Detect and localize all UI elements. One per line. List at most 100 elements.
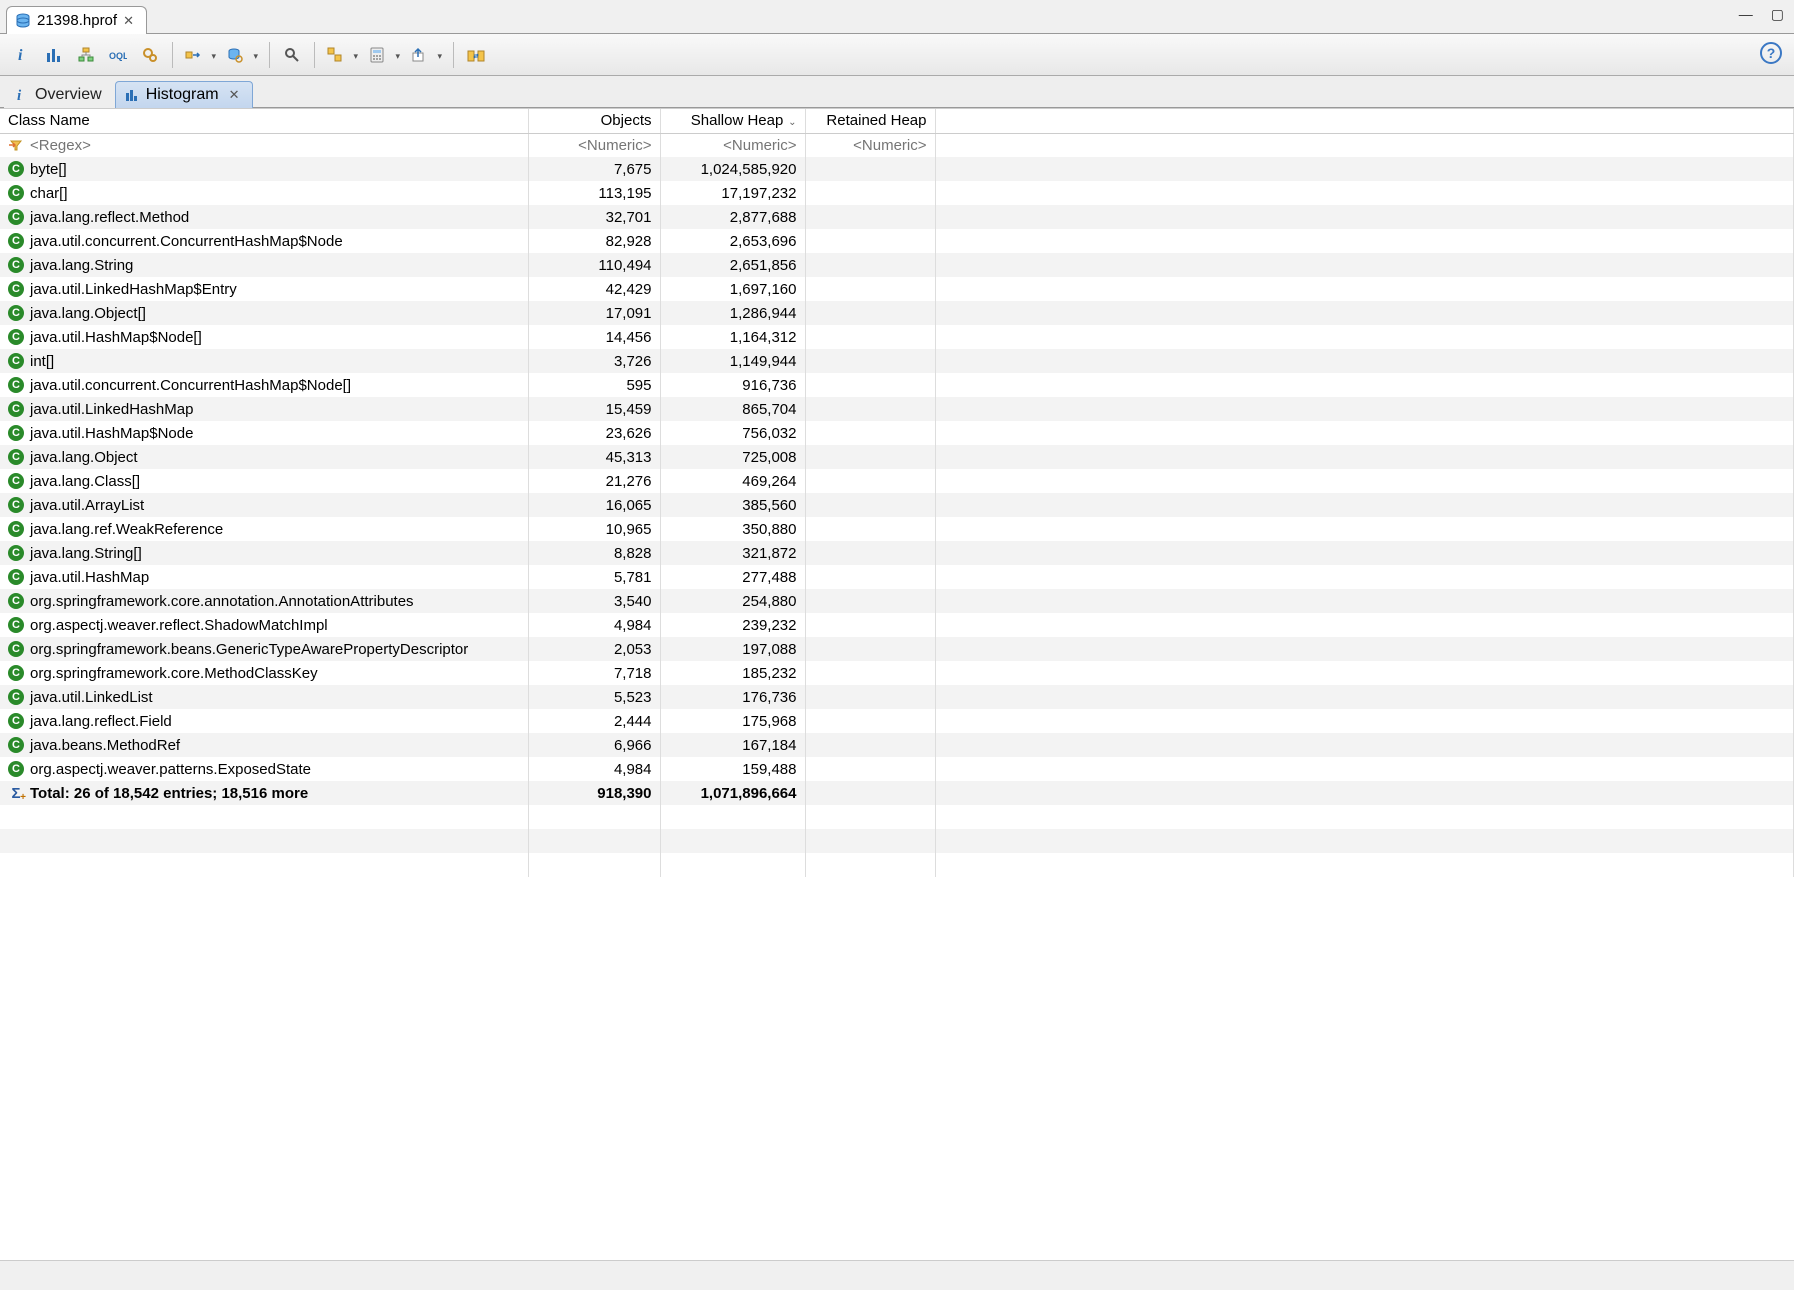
- cell-objects: 110,494: [528, 253, 660, 277]
- col-shallow-heap[interactable]: Shallow Heap ⌄: [660, 109, 805, 133]
- class-icon: C: [8, 353, 24, 369]
- table-row[interactable]: Cjava.lang.Object45,313725,008: [0, 445, 1794, 469]
- table-row[interactable]: Cjava.lang.reflect.Method32,7012,877,688: [0, 205, 1794, 229]
- table-row[interactable]: Cjava.util.concurrent.ConcurrentHashMap$…: [0, 229, 1794, 253]
- cell-objects: 82,928: [528, 229, 660, 253]
- cell-objects: 3,726: [528, 349, 660, 373]
- cell-retained: [805, 373, 935, 397]
- info-icon[interactable]: i: [8, 41, 36, 69]
- class-name: java.util.LinkedList: [30, 689, 153, 706]
- table-row[interactable]: Cjava.beans.MethodRef6,966167,184: [0, 733, 1794, 757]
- minimize-button[interactable]: —: [1739, 6, 1753, 23]
- cell-retained: [805, 349, 935, 373]
- col-class-name[interactable]: Class Name: [0, 109, 528, 133]
- table-row[interactable]: Cjava.util.concurrent.ConcurrentHashMap$…: [0, 373, 1794, 397]
- table-row[interactable]: Corg.aspectj.weaver.patterns.ExposedStat…: [0, 757, 1794, 781]
- gears-icon[interactable]: [136, 41, 164, 69]
- class-icon: C: [8, 185, 24, 201]
- cell-shallow: 239,232: [660, 613, 805, 637]
- cell-objects: 113,195: [528, 181, 660, 205]
- table-row[interactable]: Corg.springframework.core.annotation.Ann…: [0, 589, 1794, 613]
- calculator-icon[interactable]: [365, 41, 403, 69]
- class-name: byte[]: [30, 161, 67, 178]
- table-row[interactable]: Cjava.lang.Object[]17,0911,286,944: [0, 301, 1794, 325]
- table-row[interactable]: Cjava.util.LinkedHashMap$Entry42,4291,69…: [0, 277, 1794, 301]
- table-row[interactable]: Cjava.util.LinkedHashMap15,459865,704: [0, 397, 1794, 421]
- cell-retained: [805, 205, 935, 229]
- file-tab[interactable]: 21398.hprof ✕: [6, 6, 147, 34]
- class-name: java.util.LinkedHashMap: [30, 401, 193, 418]
- cell-retained: [805, 301, 935, 325]
- help-icon[interactable]: ?: [1760, 42, 1782, 64]
- table-row[interactable]: Cjava.util.LinkedList5,523176,736: [0, 685, 1794, 709]
- tab-overview-label: Overview: [35, 86, 102, 104]
- toolbar: i OQL: [0, 34, 1794, 76]
- cell-objects: 15,459: [528, 397, 660, 421]
- class-name: org.springframework.beans.GenericTypeAwa…: [30, 641, 468, 658]
- table-row[interactable]: Cjava.util.ArrayList16,065385,560: [0, 493, 1794, 517]
- table-row[interactable]: Cjava.lang.String[]8,828321,872: [0, 541, 1794, 565]
- table-row[interactable]: Cjava.util.HashMap$Node[]14,4561,164,312: [0, 325, 1794, 349]
- col-objects[interactable]: Objects: [528, 109, 660, 133]
- group-icon[interactable]: [323, 41, 361, 69]
- file-tab-bar: 21398.hprof ✕ — ▢: [0, 0, 1794, 34]
- empty-row: [0, 829, 1794, 853]
- class-name: java.lang.Class[]: [30, 473, 140, 490]
- cell-objects: 595: [528, 373, 660, 397]
- maximize-button[interactable]: ▢: [1771, 6, 1784, 23]
- db-settings-icon[interactable]: [223, 41, 261, 69]
- cell-shallow: 175,968: [660, 709, 805, 733]
- table-row[interactable]: Corg.aspectj.weaver.reflect.ShadowMatchI…: [0, 613, 1794, 637]
- empty-row: [0, 805, 1794, 829]
- class-icon: C: [8, 593, 24, 609]
- filter-objects-input[interactable]: [537, 137, 652, 154]
- cell-shallow: 2,877,688: [660, 205, 805, 229]
- filter-icon: [8, 137, 24, 153]
- table-row[interactable]: Cint[]3,7261,149,944: [0, 349, 1794, 373]
- search-icon[interactable]: [278, 41, 306, 69]
- cell-objects: 17,091: [528, 301, 660, 325]
- table-row[interactable]: Cjava.lang.String110,4942,651,856: [0, 253, 1794, 277]
- class-name: java.util.HashMap: [30, 569, 149, 586]
- cell-retained: [805, 157, 935, 181]
- filter-retained-input[interactable]: [814, 137, 927, 154]
- col-retained-heap[interactable]: Retained Heap: [805, 109, 935, 133]
- cell-retained: [805, 397, 935, 421]
- run-query-icon[interactable]: [181, 41, 219, 69]
- cell-objects: 6,966: [528, 733, 660, 757]
- close-icon[interactable]: ✕: [229, 87, 240, 103]
- cell-shallow: 2,651,856: [660, 253, 805, 277]
- close-icon[interactable]: ✕: [123, 13, 134, 29]
- table-row[interactable]: Cchar[]113,19517,197,232: [0, 181, 1794, 205]
- class-name: java.lang.reflect.Field: [30, 713, 172, 730]
- cell-retained: [805, 253, 935, 277]
- cell-shallow: 1,286,944: [660, 301, 805, 325]
- table-row[interactable]: Cjava.lang.Class[]21,276469,264: [0, 469, 1794, 493]
- compare-icon[interactable]: [462, 41, 490, 69]
- cell-retained: [805, 541, 935, 565]
- oql-icon[interactable]: OQL: [104, 41, 132, 69]
- tree-icon[interactable]: [72, 41, 100, 69]
- class-name: org.aspectj.weaver.patterns.ExposedState: [30, 761, 311, 778]
- table-row[interactable]: Corg.springframework.beans.GenericTypeAw…: [0, 637, 1794, 661]
- histogram-icon: [124, 87, 140, 103]
- histogram-icon[interactable]: [40, 41, 68, 69]
- total-row[interactable]: ΣTotal: 26 of 18,542 entries; 18,516 mor…: [0, 781, 1794, 805]
- table-row[interactable]: Cjava.lang.ref.WeakReference10,965350,88…: [0, 517, 1794, 541]
- table-row[interactable]: Cjava.util.HashMap5,781277,488: [0, 565, 1794, 589]
- filter-shallow-input[interactable]: [669, 137, 797, 154]
- tab-histogram[interactable]: Histogram ✕: [115, 81, 253, 108]
- class-icon: C: [8, 713, 24, 729]
- filter-name-input[interactable]: [30, 137, 520, 154]
- tab-overview[interactable]: i Overview: [4, 81, 115, 108]
- table-row[interactable]: Cjava.util.HashMap$Node23,626756,032: [0, 421, 1794, 445]
- table-row[interactable]: Cbyte[]7,6751,024,585,920: [0, 157, 1794, 181]
- class-icon: C: [8, 761, 24, 777]
- table-row[interactable]: Cjava.lang.reflect.Field2,444175,968: [0, 709, 1794, 733]
- total-objects: 918,390: [528, 781, 660, 805]
- cell-shallow: 916,736: [660, 373, 805, 397]
- table-row[interactable]: Corg.springframework.core.MethodClassKey…: [0, 661, 1794, 685]
- class-icon: C: [8, 377, 24, 393]
- cell-retained: [805, 517, 935, 541]
- export-icon[interactable]: [407, 41, 445, 69]
